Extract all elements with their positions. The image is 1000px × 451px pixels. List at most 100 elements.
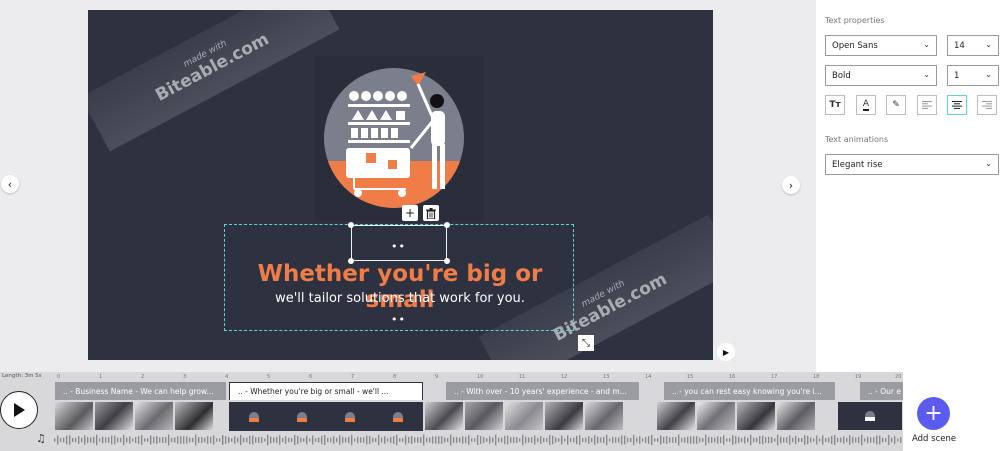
waveform-bar bbox=[423, 434, 425, 446]
waveform-bar bbox=[99, 438, 101, 442]
scene-label-1[interactable]: .. - Business Name - We can help grow... bbox=[55, 382, 226, 400]
waveform-bar bbox=[810, 437, 812, 443]
align-right-button[interactable] bbox=[977, 95, 997, 115]
waveform-bar bbox=[75, 437, 77, 443]
waveform-bar bbox=[240, 434, 242, 446]
font-weight-select[interactable]: Bold ⌄ bbox=[825, 65, 937, 86]
waveform-bar bbox=[294, 435, 296, 445]
waveform-bar bbox=[324, 435, 326, 445]
resize-handle-top-right[interactable] bbox=[444, 222, 450, 228]
waveform-bar bbox=[798, 437, 800, 443]
waveform-bar bbox=[606, 434, 608, 446]
ruler-tick: 10 bbox=[477, 374, 484, 380]
waveform-bar bbox=[147, 438, 149, 442]
expand-button[interactable]: ⤡ bbox=[578, 335, 594, 351]
previous-scene-arrow[interactable]: ‹ bbox=[1, 175, 19, 193]
scene-strip-1[interactable] bbox=[55, 402, 226, 430]
ruler-tick: 15 bbox=[687, 374, 694, 380]
play-button[interactable] bbox=[0, 391, 38, 429]
delete-element-button[interactable] bbox=[423, 205, 439, 221]
waveform-bar bbox=[633, 434, 635, 446]
text-color-button[interactable]: A bbox=[856, 95, 876, 115]
resize-handle-top-left[interactable] bbox=[348, 222, 354, 228]
waveform-bar bbox=[516, 436, 518, 444]
scene-strip-2[interactable] bbox=[229, 402, 423, 431]
preview-play-button[interactable]: ▶ bbox=[717, 343, 735, 361]
audio-waveform[interactable] bbox=[54, 433, 904, 447]
next-scene-arrow[interactable]: › bbox=[782, 176, 800, 194]
timeline-ruler[interactable]: 0 1 2 3 4 5 6 7 8 9 10 11 12 13 14 15 16… bbox=[55, 372, 903, 381]
group-drag-dots[interactable]: •• bbox=[391, 313, 406, 326]
scene-label-2[interactable]: .. - Whether you're big or small - we'll… bbox=[229, 382, 423, 400]
font-family-select[interactable]: Open Sans ⌄ bbox=[825, 35, 937, 56]
inner-text-selection[interactable]: •• bbox=[348, 222, 450, 264]
align-center-button[interactable] bbox=[947, 95, 967, 115]
waveform-bar bbox=[708, 436, 710, 444]
waveform-bar bbox=[681, 437, 683, 443]
waveform-bar bbox=[600, 437, 602, 443]
waveform-bar bbox=[882, 437, 884, 443]
waveform-bar bbox=[726, 438, 728, 442]
line-height-select[interactable]: 1 ⌄ bbox=[947, 65, 999, 86]
waveform-bar bbox=[312, 435, 314, 445]
waveform-bar bbox=[120, 437, 122, 443]
waveform-bar bbox=[102, 436, 104, 444]
waveform-bar bbox=[555, 437, 557, 443]
waveform-bar bbox=[594, 435, 596, 445]
scene-label-4[interactable]: .. - you can rest easy knowing you're i.… bbox=[664, 382, 835, 400]
waveform-bar bbox=[429, 437, 431, 443]
ruler-tick: 6 bbox=[309, 374, 313, 380]
waveform-bar bbox=[879, 435, 881, 445]
waveform-bar bbox=[651, 434, 653, 446]
waveform-bar bbox=[381, 437, 383, 443]
text-group-selection[interactable]: •• Whether you're big or small we'll tai… bbox=[224, 222, 575, 331]
waveform-bar bbox=[198, 436, 200, 444]
waveform-bar bbox=[576, 435, 578, 445]
waveform-bar bbox=[384, 436, 386, 444]
waveform-bar bbox=[348, 436, 350, 444]
scene-strip-3[interactable] bbox=[425, 402, 655, 430]
waveform-bar bbox=[243, 437, 245, 443]
waveform-bar bbox=[261, 436, 263, 444]
waveform-bar bbox=[231, 438, 233, 442]
shopping-illustration[interactable] bbox=[314, 56, 484, 221]
chevron-down-icon: ⌄ bbox=[923, 40, 930, 49]
waveform-bar bbox=[678, 434, 680, 446]
waveform-bar bbox=[405, 435, 407, 445]
waveform-bar bbox=[273, 437, 275, 443]
waveform-bar bbox=[840, 437, 842, 443]
ruler-tick: 17 bbox=[771, 374, 778, 380]
waveform-bar bbox=[345, 437, 347, 443]
align-left-button[interactable] bbox=[917, 95, 937, 115]
scene-strip-4[interactable] bbox=[657, 402, 835, 430]
text-case-button[interactable]: Tт bbox=[825, 95, 845, 115]
font-size-select[interactable]: 14 ⌄ bbox=[947, 35, 999, 56]
highlight-button[interactable]: ✎ bbox=[886, 95, 906, 115]
music-note-icon[interactable]: ♫ bbox=[36, 432, 46, 445]
inner-drag-dots[interactable]: •• bbox=[391, 240, 406, 253]
scene-strip-5[interactable] bbox=[838, 402, 902, 430]
waveform-bar bbox=[414, 437, 416, 443]
add-scene-button[interactable]: + bbox=[917, 397, 950, 430]
waveform-bar bbox=[483, 436, 485, 444]
subheadline-text[interactable]: we'll tailor solutions that work for you… bbox=[225, 291, 575, 306]
waveform-bar bbox=[126, 437, 128, 443]
waveform-bar bbox=[501, 437, 503, 443]
clip-thumbnail bbox=[175, 402, 213, 430]
waveform-bar bbox=[804, 435, 806, 445]
ruler-tick: 7 bbox=[351, 374, 355, 380]
text-animation-select[interactable]: Elegant rise ⌄ bbox=[825, 154, 999, 175]
waveform-bar bbox=[258, 436, 260, 444]
video-canvas[interactable]: made with Biteable.com made with Biteabl… bbox=[88, 10, 713, 360]
waveform-bar bbox=[321, 435, 323, 445]
align-left-icon bbox=[922, 101, 932, 109]
text-color-icon: A bbox=[862, 98, 870, 111]
add-element-button[interactable]: + bbox=[402, 205, 418, 221]
waveform-bar bbox=[894, 436, 896, 444]
waveform-bar bbox=[144, 438, 146, 442]
scene-label-5[interactable]: .. - Our e bbox=[860, 382, 903, 400]
waveform-bar bbox=[612, 436, 614, 444]
scene-label-3[interactable]: .. - With over - 10 years' experience - … bbox=[446, 382, 639, 400]
waveform-bar bbox=[411, 436, 413, 444]
waveform-bar bbox=[591, 437, 593, 443]
